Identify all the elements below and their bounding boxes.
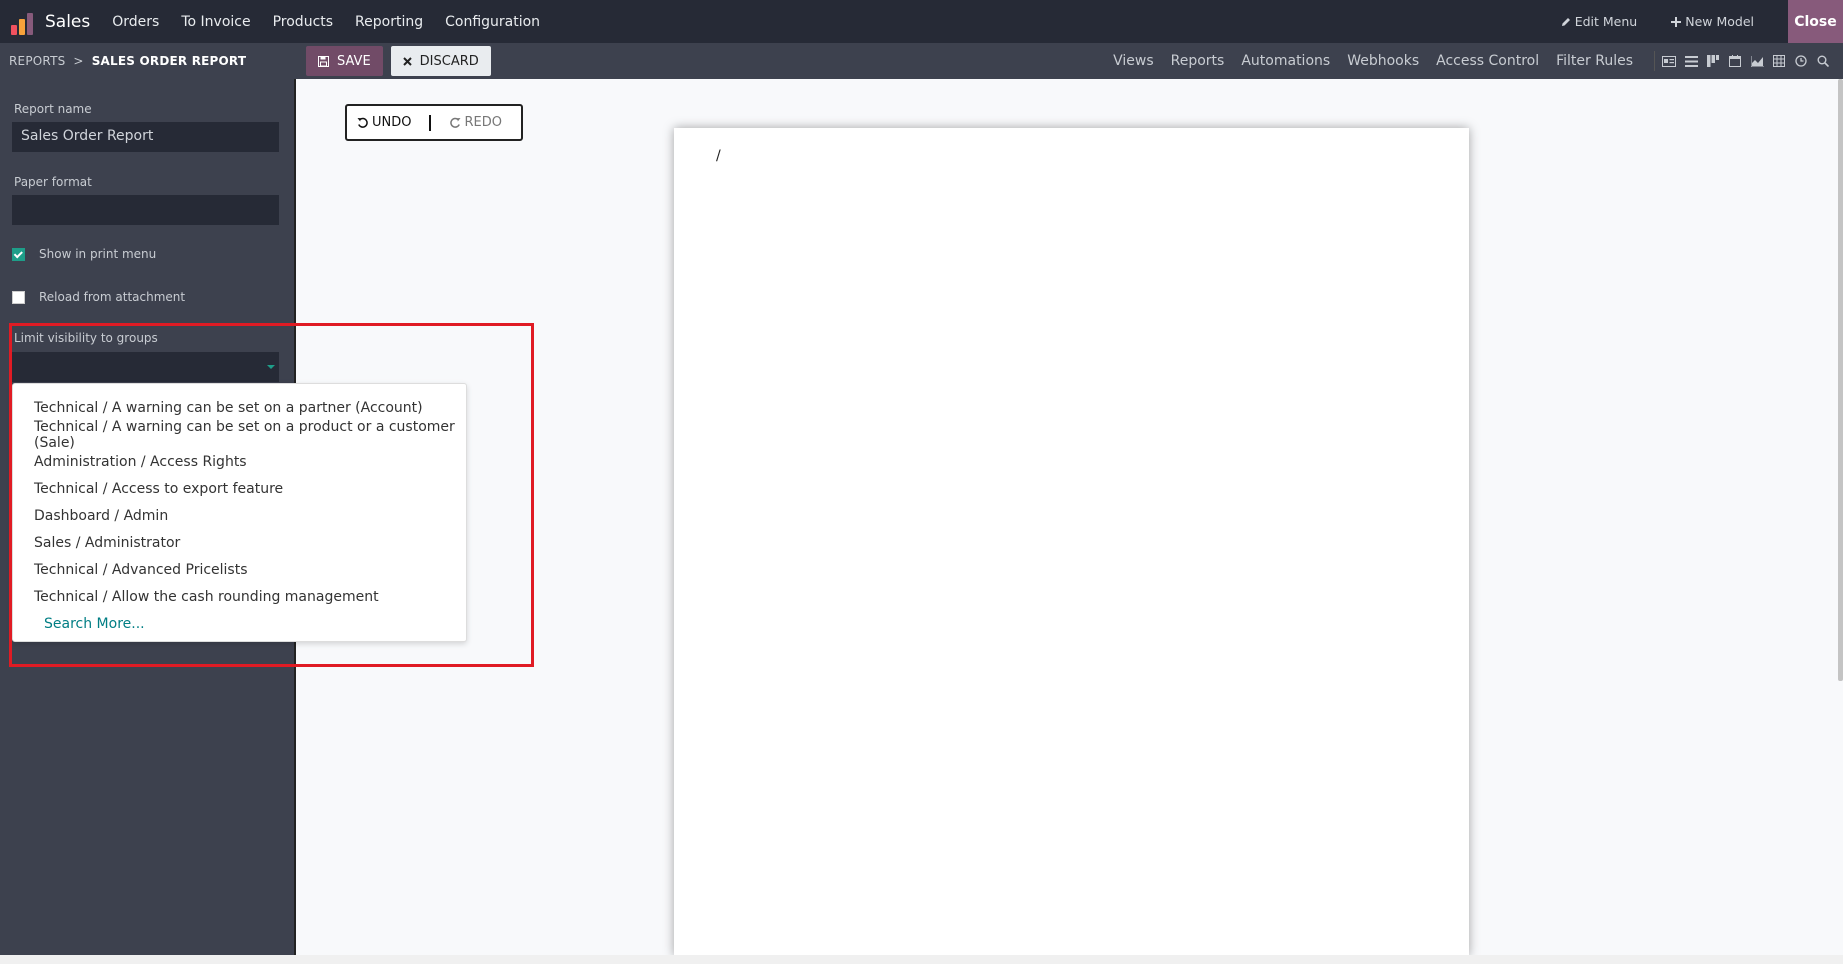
dropdown-item[interactable]: Technical / A warning can be set on a pr…: [13, 419, 466, 451]
dropdown-item[interactable]: Administration / Access Rights: [13, 448, 466, 475]
report-paper-preview[interactable]: /: [674, 128, 1469, 956]
app-name[interactable]: Sales: [45, 12, 90, 32]
list-view-icon[interactable]: [1683, 54, 1699, 68]
studio-nav: Views Reports Automations Webhooks Acces…: [1113, 43, 1843, 79]
undo-label: UNDO: [372, 115, 412, 130]
dropdown-item[interactable]: Technical / Allow the cash rounding mana…: [13, 583, 466, 610]
breadcrumb-current: SALES ORDER REPORT: [91, 54, 247, 68]
dropdown-item[interactable]: Technical / Advanced Pricelists: [13, 556, 466, 583]
groups-label: Limit visibility to groups: [14, 331, 158, 345]
redo-icon: [450, 117, 461, 128]
discard-button[interactable]: DISCARD: [390, 46, 491, 76]
nav-webhooks[interactable]: Webhooks: [1347, 53, 1419, 69]
show-in-print-label: Show in print menu: [39, 247, 157, 261]
studio-toolbar: REPORTS > SALES ORDER REPORT SAVE DISCAR…: [0, 43, 1843, 79]
search-more-link[interactable]: Search More...: [13, 610, 466, 637]
menu-configuration[interactable]: Configuration: [445, 14, 540, 30]
dropdown-item[interactable]: Dashboard / Admin: [13, 502, 466, 529]
view-switcher: [1654, 51, 1831, 71]
nav-filter-rules[interactable]: Filter Rules: [1556, 53, 1633, 69]
scrollbar[interactable]: [1838, 79, 1843, 681]
dropdown-item[interactable]: Technical / Access to export feature: [13, 475, 466, 502]
menu-to-invoice[interactable]: To Invoice: [181, 14, 250, 30]
search-view-icon[interactable]: [1815, 54, 1831, 68]
undo-redo-group: UNDO REDO: [345, 104, 523, 141]
plus-icon: [1671, 16, 1682, 27]
pencil-icon: [1561, 17, 1570, 26]
undo-icon: [357, 117, 368, 128]
show-in-print-row: Show in print menu: [12, 247, 156, 261]
pivot-view-icon[interactable]: [1771, 54, 1787, 68]
paper-format-label: Paper format: [14, 175, 92, 189]
show-in-print-checkbox[interactable]: [12, 247, 25, 261]
menu-orders[interactable]: Orders: [112, 14, 159, 30]
floppy-disk-icon: [318, 55, 329, 67]
undo-button[interactable]: UNDO: [357, 115, 411, 130]
groups-input[interactable]: [12, 352, 279, 382]
reload-attachment-checkbox[interactable]: [12, 290, 25, 304]
close-icon: [402, 56, 412, 66]
breadcrumb: REPORTS > SALES ORDER REPORT: [9, 54, 297, 68]
sales-app-icon[interactable]: [11, 9, 37, 35]
kanban-view-icon[interactable]: [1705, 54, 1721, 68]
report-name-input[interactable]: Sales Order Report: [12, 122, 279, 152]
dropdown-item[interactable]: Technical / A warning can be set on a pa…: [13, 394, 466, 421]
nav-automations[interactable]: Automations: [1241, 53, 1330, 69]
separator: [429, 114, 432, 131]
paper-format-select[interactable]: [12, 195, 279, 225]
new-model-button[interactable]: New Model: [1671, 14, 1754, 29]
breadcrumb-reports[interactable]: REPORTS: [9, 54, 65, 68]
discard-label: DISCARD: [419, 53, 479, 69]
redo-label: REDO: [464, 115, 502, 130]
close-button[interactable]: Close: [1788, 0, 1843, 43]
dropdown-item[interactable]: Sales / Administrator: [13, 529, 466, 556]
calendar-view-icon[interactable]: [1727, 54, 1743, 68]
nav-reports[interactable]: Reports: [1171, 53, 1225, 69]
top-right-actions: Edit Menu New Model Close: [1561, 0, 1843, 43]
reload-attachment-row: Reload from attachment: [12, 290, 185, 304]
menu-products[interactable]: Products: [273, 14, 333, 30]
top-navbar: Sales Orders To Invoice Products Reporti…: [0, 0, 1843, 43]
paper-text: /: [716, 148, 721, 164]
new-model-label: New Model: [1685, 14, 1754, 29]
bottom-strip: [0, 955, 1843, 964]
redo-button[interactable]: REDO: [449, 115, 502, 130]
graph-view-icon[interactable]: [1749, 54, 1765, 68]
groups-autocomplete-dropdown: Technical / A warning can be set on a pa…: [12, 383, 467, 642]
caret-down-icon[interactable]: [267, 365, 275, 369]
menu-reporting[interactable]: Reporting: [355, 14, 423, 30]
save-button[interactable]: SAVE: [306, 46, 383, 76]
edit-menu-label: Edit Menu: [1574, 14, 1638, 29]
form-view-icon[interactable]: [1661, 54, 1677, 68]
report-name-label: Report name: [14, 102, 92, 116]
nav-access-control[interactable]: Access Control: [1436, 53, 1539, 69]
save-label: SAVE: [337, 53, 371, 69]
reload-attachment-label: Reload from attachment: [39, 290, 186, 304]
edit-menu-button[interactable]: Edit Menu: [1561, 14, 1638, 29]
nav-views[interactable]: Views: [1113, 53, 1154, 69]
activity-view-icon[interactable]: [1793, 54, 1809, 68]
breadcrumb-separator: >: [73, 54, 84, 68]
